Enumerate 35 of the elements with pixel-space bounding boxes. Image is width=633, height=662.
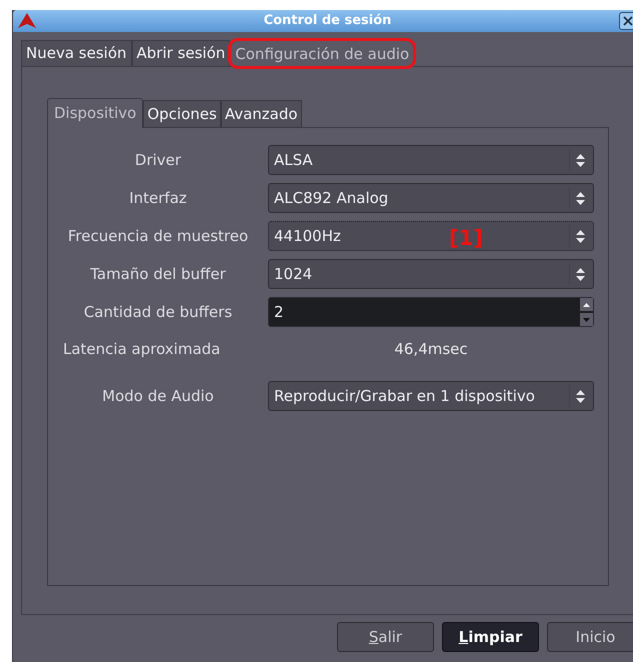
tab[interactable]: Configuración de audio <box>230 40 414 67</box>
field-label: Latencia aproximada <box>62 338 222 360</box>
spin-down-icon[interactable] <box>580 313 593 326</box>
spin-box[interactable]: 2 <box>268 297 594 327</box>
annotation-marker: [1] <box>449 225 483 252</box>
field-label: Frecuencia de muestreo <box>66 226 250 247</box>
tab[interactable]: Abrir sesión <box>132 40 230 66</box>
dialog-button[interactable]: Inicio <box>547 622 633 652</box>
spin-up-icon[interactable] <box>580 298 593 311</box>
field-label: Modo de Audio <box>101 386 215 407</box>
dialog-button[interactable]: Limpiar <box>442 622 539 652</box>
close-button[interactable] <box>619 12 633 30</box>
close-icon <box>623 16 633 26</box>
tab[interactable]: Nueva sesión <box>21 40 132 66</box>
updown-icon <box>576 390 585 402</box>
dropdown[interactable]: ALC892 Analog <box>268 183 594 213</box>
subtab[interactable]: Avanzado <box>220 100 302 127</box>
updown-icon <box>576 230 585 242</box>
updown-icon <box>576 154 585 166</box>
latency-value: 46,4msec <box>393 338 469 360</box>
dropdown[interactable]: ALSA <box>268 145 594 175</box>
field-label: Driver <box>134 150 182 171</box>
window-title: Control de sesión <box>264 12 392 30</box>
app-logo-icon <box>18 13 36 28</box>
subtab[interactable]: Opciones <box>143 100 221 127</box>
field-label: Interfaz <box>128 188 188 209</box>
dropdown[interactable]: Reproducir/Grabar en 1 dispositivo <box>268 381 594 411</box>
dialog-button[interactable]: Salir <box>337 622 434 652</box>
dropdown[interactable]: 44100Hz [1] <box>268 221 594 251</box>
dropdown[interactable]: 1024 <box>268 259 594 289</box>
field-label: Cantidad de buffers <box>82 302 234 323</box>
updown-icon <box>576 192 585 204</box>
field-label: Tamaño del buffer <box>89 264 227 285</box>
subtab[interactable]: Dispositivo <box>47 98 144 128</box>
updown-icon <box>576 268 585 280</box>
